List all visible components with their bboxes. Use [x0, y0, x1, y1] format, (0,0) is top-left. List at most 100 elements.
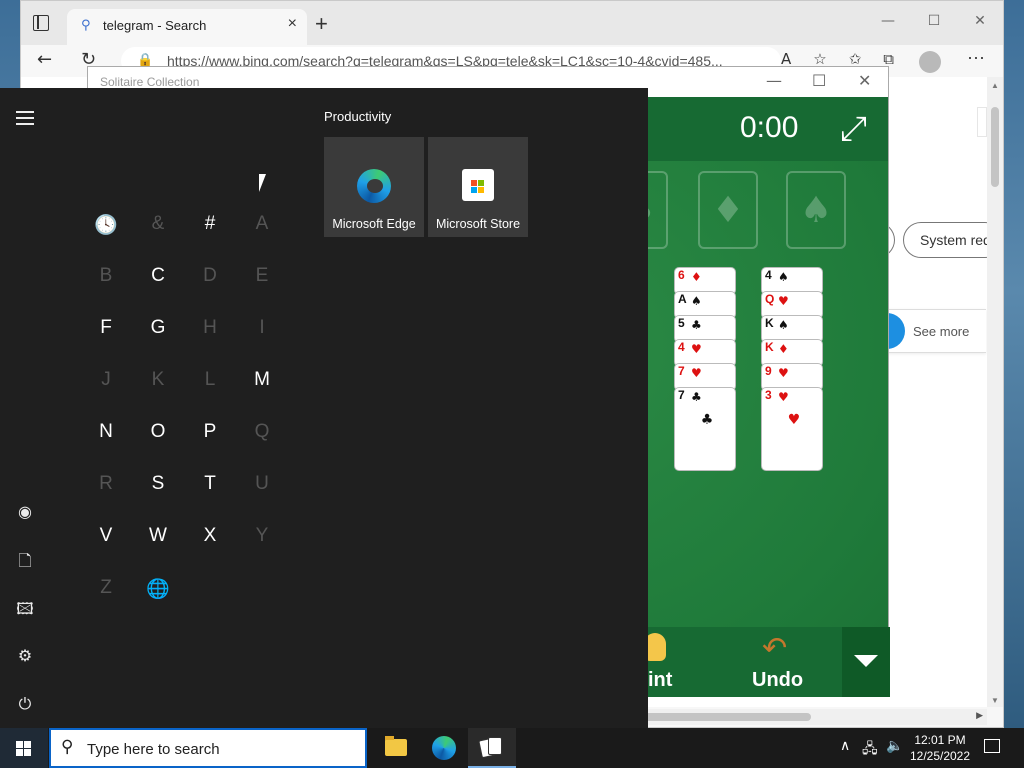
jump-letter-h: H	[203, 317, 217, 338]
card-suit-icon: ♦	[691, 270, 702, 284]
search-icon: ⚲	[81, 18, 91, 33]
card-rank: 4	[678, 340, 685, 354]
power-icon[interactable]: ⏻	[14, 694, 36, 716]
tile-group-title: Productivity	[324, 109, 392, 124]
tile-microsoft-edge[interactable]: Microsoft Edge	[324, 137, 424, 237]
profile-avatar[interactable]	[919, 51, 941, 73]
close-icon[interactable]: ✕	[957, 1, 1003, 41]
undo-button[interactable]: Undo	[752, 669, 803, 692]
card-rank: 7	[678, 388, 685, 402]
taskbar-solitaire[interactable]	[468, 728, 516, 768]
show-hidden-icons-chevron[interactable]: ∧	[840, 738, 850, 754]
maximize-icon[interactable]: ☐	[812, 71, 826, 90]
documents-icon[interactable]: 🗋	[14, 550, 36, 572]
card-rank: Q	[765, 292, 775, 306]
hamburger-menu-icon[interactable]	[16, 111, 34, 129]
minimize-icon[interactable]: —	[766, 71, 782, 90]
pictures-icon[interactable]: 🖾	[14, 598, 36, 620]
tab-actions-icon[interactable]	[33, 15, 49, 31]
taskbar: ⚲ ∧ 🖧 🔈 12:01 PM 12/25/2022	[0, 728, 1024, 768]
taskbar-edge[interactable]	[420, 728, 468, 768]
network-icon[interactable]: 🖧	[862, 738, 878, 762]
jump-letter-u: U	[255, 473, 269, 494]
playing-card[interactable]: 7 ♣ ♣	[674, 387, 736, 471]
jump-letter-n[interactable]: N	[88, 421, 124, 443]
hscroll-thumb[interactable]	[631, 713, 811, 721]
card-suit-icon: ♠	[778, 318, 789, 332]
jump-letter-a: A	[255, 213, 269, 234]
back-arrow-icon[interactable]: ←	[37, 49, 52, 70]
scroll-thumb[interactable]	[991, 107, 999, 187]
edge-icon	[432, 736, 456, 760]
card-rank: 3	[765, 388, 772, 402]
fullscreen-icon[interactable]: ⤢	[840, 109, 867, 149]
see-more-link[interactable]: See more	[913, 324, 969, 339]
chevron-down-icon	[854, 655, 878, 667]
recent-icon[interactable]: 🕓	[88, 213, 124, 236]
jump-letter-v[interactable]: V	[88, 525, 124, 547]
tab-title: telegram - Search	[103, 18, 207, 33]
scroll-down-icon[interactable]: ▼	[991, 696, 999, 705]
jump-letter-i: I	[259, 317, 265, 338]
tab-telegram-search[interactable]: ⚲ telegram - Search ×	[67, 9, 307, 45]
jump-letter-m[interactable]: M	[244, 369, 280, 391]
system-clock[interactable]: 12:01 PM 12/25/2022	[905, 732, 975, 764]
jump-letter-#[interactable]: #	[192, 213, 228, 235]
windows-logo-icon	[16, 741, 32, 756]
notification-center-icon[interactable]	[984, 739, 1000, 753]
foundation-slot[interactable]: ♠	[786, 171, 846, 249]
foundation-slot[interactable]: ♦	[698, 171, 758, 249]
card-suit-icon: ♥	[778, 390, 789, 404]
volume-icon[interactable]: 🔈	[886, 738, 903, 754]
jump-letter-y: Y	[255, 525, 269, 546]
jump-letter-s[interactable]: S	[140, 473, 176, 495]
search-box-edge[interactable]	[977, 107, 987, 137]
card-suit-icon: ♣	[691, 318, 702, 332]
card-suit-icon: ♥	[691, 366, 702, 380]
tab-bar: ⚲ telegram - Search × + — ☐ ✕	[21, 1, 1003, 45]
game-menu-button[interactable]	[842, 627, 890, 697]
tile-microsoft-store[interactable]: Microsoft Store	[428, 137, 528, 237]
card-rank: 7	[678, 364, 685, 378]
start-button[interactable]	[0, 728, 48, 768]
search-input[interactable]	[87, 738, 357, 760]
close-tab-icon[interactable]: ×	[288, 15, 297, 33]
new-tab-icon[interactable]: +	[315, 11, 328, 37]
jump-letter-p[interactable]: P	[192, 421, 228, 443]
card-rank: 9	[765, 364, 772, 378]
jump-letter-r: R	[99, 473, 113, 494]
card-face-pips: ♣	[700, 412, 714, 428]
jump-letter-x[interactable]: X	[192, 525, 228, 547]
jump-letter-k: K	[151, 369, 165, 390]
jump-letter-f[interactable]: F	[88, 317, 124, 339]
jump-letter-t[interactable]: T	[192, 473, 228, 495]
card-rank: A	[678, 292, 687, 306]
spade-icon: ♠	[799, 189, 833, 231]
jump-letter-&: &	[151, 213, 165, 234]
minimize-icon[interactable]: —	[865, 1, 911, 41]
card-face-pips: ♥	[787, 412, 801, 428]
diamond-icon: ♦	[711, 189, 745, 231]
taskbar-file-explorer[interactable]	[372, 728, 420, 768]
taskbar-search-box[interactable]: ⚲	[49, 728, 367, 768]
jump-letter-w[interactable]: W	[140, 525, 176, 547]
close-icon[interactable]: ✕	[858, 71, 871, 90]
undo-icon[interactable]: ↶	[762, 631, 787, 666]
settings-gear-icon[interactable]: ⚙	[14, 646, 36, 668]
hint-button[interactable]: int	[648, 669, 672, 692]
card-suit-icon: ♥	[778, 294, 789, 308]
playing-card[interactable]: 3 ♥ ♥	[761, 387, 823, 471]
clock-date: 12/25/2022	[909, 749, 971, 763]
scroll-up-icon[interactable]: ▲	[991, 81, 999, 90]
scroll-right-icon[interactable]: ▶	[976, 710, 983, 721]
maximize-icon[interactable]: ☐	[911, 1, 957, 41]
user-account-icon[interactable]: ◉	[14, 502, 36, 524]
vertical-scrollbar[interactable]: ▲ ▼	[987, 77, 1003, 707]
game-timer: 0:00	[740, 111, 799, 144]
start-menu: ◉ 🗋 🖾 ⚙ ⏻ 🕓 & # A B C D E F G H I J K L M N O P Q R S T U V W X Y Z 🌐…	[0, 88, 648, 728]
jump-letter-o[interactable]: O	[140, 421, 176, 443]
jump-letter-c[interactable]: C	[140, 265, 176, 287]
card-rank: K	[765, 340, 774, 354]
jump-letter-g[interactable]: G	[140, 317, 176, 339]
more-options-icon[interactable]: ···	[967, 47, 985, 68]
